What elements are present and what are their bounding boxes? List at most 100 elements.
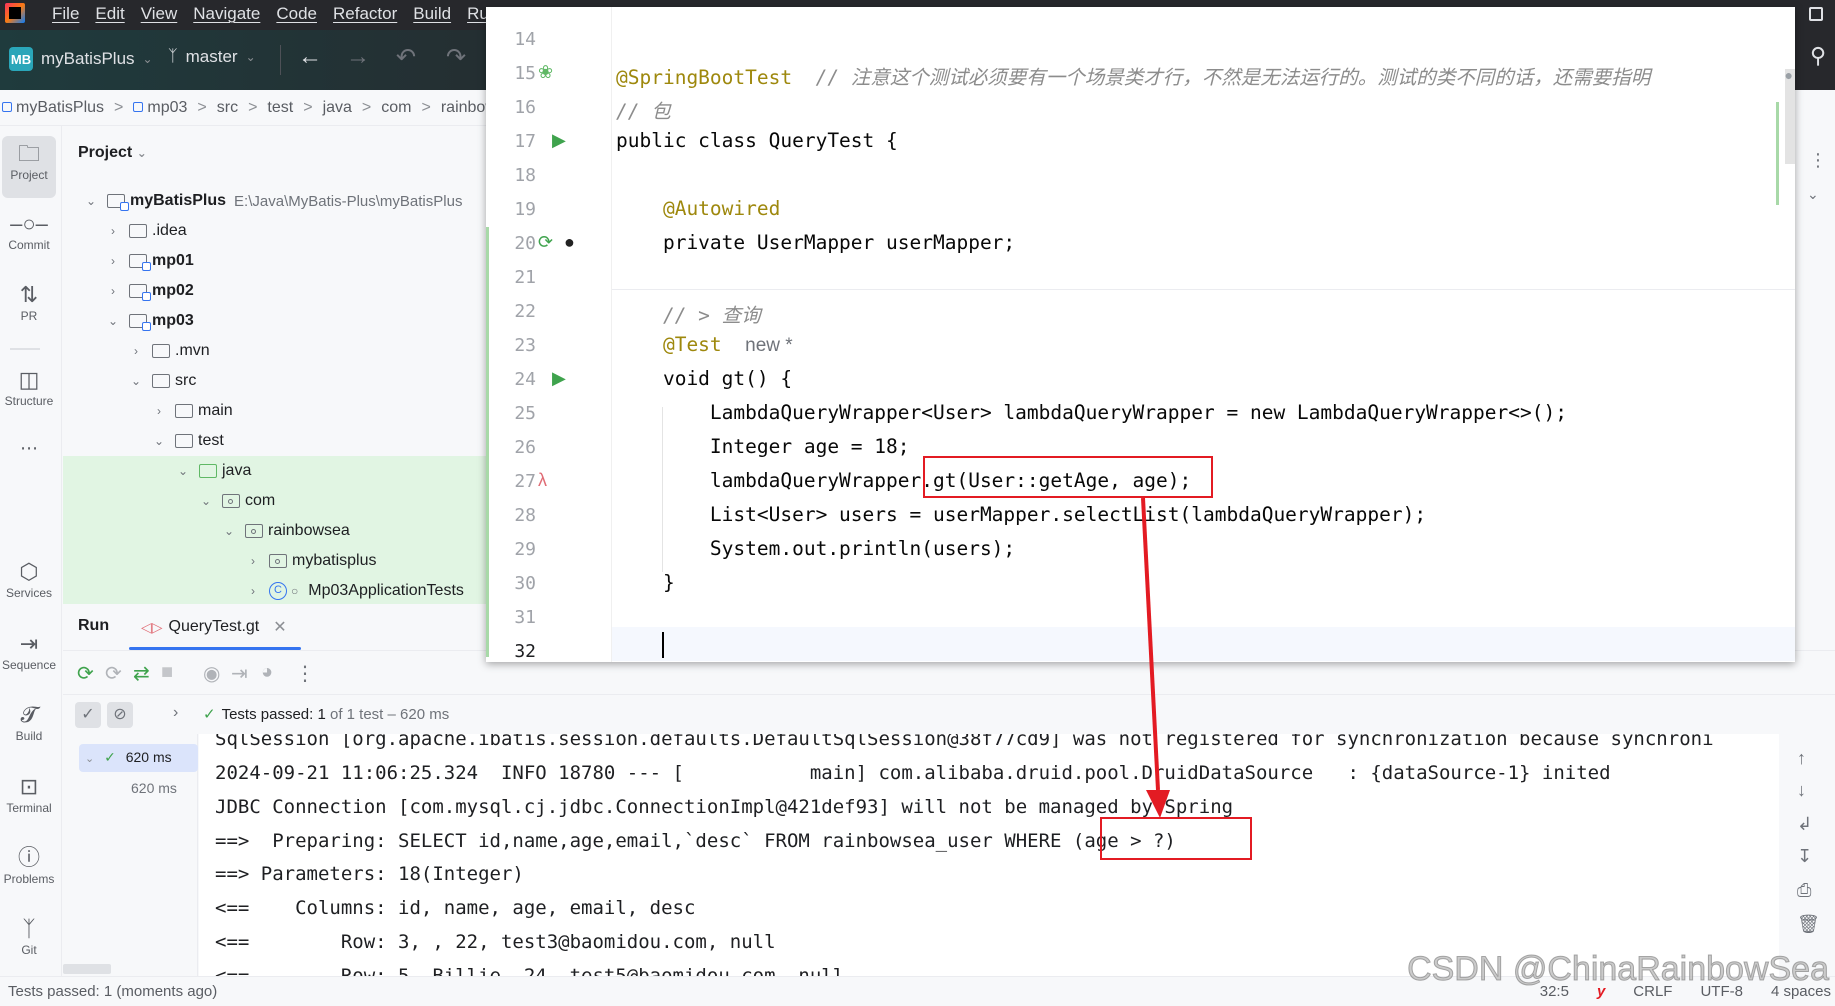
back-arrow-icon[interactable]: ← [298, 43, 322, 71]
more-options-icon[interactable]: ⋮ [295, 661, 315, 686]
stripe-git-button[interactable]: ᛉ Git [0, 915, 58, 957]
toggle-auto-test-icon[interactable]: ⇄ [133, 661, 150, 686]
breadcrumb-item[interactable]: myBatisPlus [2, 99, 104, 117]
menu-refactor[interactable]: Refactor [333, 4, 397, 24]
redo-icon[interactable]: ↷ [446, 43, 466, 72]
stripe-commit-button[interactable]: –○– Commit [0, 210, 58, 252]
highlight-box-sql-where [1100, 817, 1252, 860]
scroll-up-icon[interactable]: ↑ [1797, 748, 1806, 769]
code-annotation: @Test [616, 333, 722, 356]
tree-item[interactable]: › .mvn [63, 336, 488, 366]
chevron-right-icon: › [251, 584, 255, 598]
right-tool-stripe: ⋮ ⌄ [1795, 90, 1835, 604]
gauge-icon[interactable]: ◕ [261, 661, 273, 684]
run-test-passed-icon[interactable]: ▶ [552, 130, 566, 151]
scroll-down-icon[interactable]: ↓ [1797, 780, 1806, 801]
menu-edit[interactable]: Edit [95, 4, 124, 24]
tree-item[interactable]: › .idea [63, 216, 488, 246]
spring-leaf-icon[interactable]: ❀ [538, 62, 553, 83]
stripe-structure-button[interactable]: ◫ Structure [0, 366, 58, 408]
tree-item[interactable]: ⌄ java [63, 456, 488, 486]
breadcrumb-item[interactable]: java [323, 99, 352, 117]
horizontal-scrollbar[interactable] [63, 964, 111, 974]
stop-icon[interactable]: ■ [161, 661, 173, 684]
tree-item[interactable]: ⌄ mp03 [63, 306, 488, 336]
menu-code[interactable]: Code [276, 4, 317, 24]
chevron-right-icon: › [111, 224, 115, 238]
scroll-to-end-icon[interactable]: ↧ [1797, 846, 1812, 867]
import-icon[interactable]: ⇥ [231, 661, 248, 686]
menu-build[interactable]: Build [413, 4, 451, 24]
code-line-15: @SpringBootTest // 注意这个测试必须要有一个场景类才行，不然是… [616, 61, 1650, 90]
breadcrumb-item[interactable]: com [381, 99, 411, 117]
tree-item[interactable]: › mp01 [63, 246, 488, 276]
chevron-down-icon: ⌄ [142, 52, 153, 66]
stripe-problems-button[interactable]: ⓘ Problems [0, 844, 58, 886]
tree-item[interactable]: › mybatisplus [63, 546, 488, 576]
show-ignored-toggle[interactable]: ⊘ [107, 702, 133, 728]
code-line-22: // > 查询 [616, 304, 761, 327]
breadcrumb-item[interactable]: test [267, 99, 293, 117]
code-line-23: @Test new * [616, 333, 793, 357]
chevron-right-icon: › [111, 254, 115, 268]
more-tools-button[interactable]: ⋯ [0, 438, 58, 459]
search-icon[interactable]: ⚲ [1810, 43, 1826, 69]
services-icon: ⬡ [19, 559, 39, 584]
stripe-services-button[interactable]: ⬡ Services [0, 558, 58, 600]
stripe-build-button[interactable]: 𝓣 Build [0, 701, 58, 743]
line-number: 24 [514, 369, 536, 390]
status-message[interactable]: Tests passed: 1 (moments ago) [8, 983, 217, 1000]
vertical-scrollbar-thumb[interactable] [1785, 69, 1795, 164]
stripe-sequence-button[interactable]: ⇥ Sequence [0, 630, 58, 672]
rerun-icon[interactable]: ⟳ [77, 661, 94, 686]
autowired-navigation-icon[interactable]: ⟳ [538, 232, 553, 253]
branch-switcher[interactable]: ᛉ master ⌄ [168, 47, 256, 67]
more-options-icon[interactable]: ⋮ [1809, 150, 1827, 171]
project-switcher[interactable]: MB myBatisPlus ⌄ [9, 47, 153, 71]
close-icon[interactable]: ✕ [273, 617, 286, 637]
stripe-terminal-button[interactable]: ⊡ Terminal [0, 773, 58, 815]
tree-item[interactable]: › C ○ Mp03ApplicationTests [63, 576, 488, 604]
trash-icon[interactable]: 🗑 [1797, 914, 1820, 935]
camera-icon[interactable]: ◉ [203, 661, 220, 686]
chevron-right-icon[interactable]: › [173, 704, 178, 722]
project-panel-title[interactable]: Project ⌄ [78, 144, 147, 162]
tree-item[interactable]: ⌄ rainbowsea [63, 516, 488, 546]
run-tab-querytest[interactable]: ◁▷ QueryTest.gt ✕ [141, 617, 287, 637]
show-passed-toggle[interactable]: ✓ [75, 702, 101, 728]
chevron-down-icon[interactable]: ⌄ [1807, 186, 1819, 203]
stripe-pr-button[interactable]: ⇅ PR [0, 281, 58, 323]
test-tree-item-selected[interactable]: ⌄ ✓ 620 ms [79, 744, 198, 772]
test-tree-item[interactable]: 620 ms [131, 780, 177, 796]
stripe-project-button[interactable]: 🗀 Project [2, 136, 56, 198]
commit-icon: –○– [10, 211, 48, 236]
menu-file[interactable]: File [52, 4, 79, 24]
tree-item[interactable]: ⌄ test [63, 426, 488, 456]
inlay-hint-author[interactable]: new * [745, 335, 793, 356]
tree-item[interactable]: › mp02 [63, 276, 488, 306]
breadcrumb-item[interactable]: mp03 [133, 99, 187, 117]
rerun-failed-icon[interactable]: ⟳ [105, 661, 122, 686]
tree-item[interactable]: ⌄ com [63, 486, 488, 516]
tree-item[interactable]: ⌄ src [63, 366, 488, 396]
pull-request-icon: ⇅ [19, 282, 39, 307]
forward-arrow-icon[interactable]: → [346, 43, 370, 71]
soft-wrap-icon[interactable]: ↲ [1797, 814, 1812, 835]
breadcrumb: myBatisPlus > mp03 > src > test > java >… [0, 90, 500, 126]
menu-navigate[interactable]: Navigate [193, 4, 260, 24]
lambda-icon[interactable]: λ [538, 470, 547, 491]
menu-view[interactable]: View [141, 4, 178, 24]
maximize-button[interactable] [1809, 7, 1823, 21]
console-output[interactable]: SqlSession [org.apache.ibatis.session.de… [199, 734, 1779, 976]
mybatis-bird-icon[interactable]: ● [564, 232, 575, 253]
tree-item-root[interactable]: ⌄ myBatisPlus E:\Java\MyBatis-Plus\myBatis… [63, 186, 488, 216]
breadcrumb-item[interactable]: src [217, 99, 238, 117]
print-icon[interactable]: ⎙ [1797, 880, 1811, 901]
chevron-down-icon: ⌄ [136, 146, 147, 160]
run-test-passed-icon[interactable]: ▶ [552, 368, 566, 389]
tree-item[interactable]: › main [63, 396, 488, 426]
code-comment: // 注意这个测试必须要有一个场景类才行，不然是无法运行的。测试的类不同的话，还… [792, 66, 1651, 89]
code-editor[interactable]: 14 15 16 17 18 19 20 21 22 23 24 25 26 2… [486, 7, 1795, 662]
undo-icon[interactable]: ↶ [396, 43, 416, 72]
stripe-label: Problems [3, 872, 55, 886]
